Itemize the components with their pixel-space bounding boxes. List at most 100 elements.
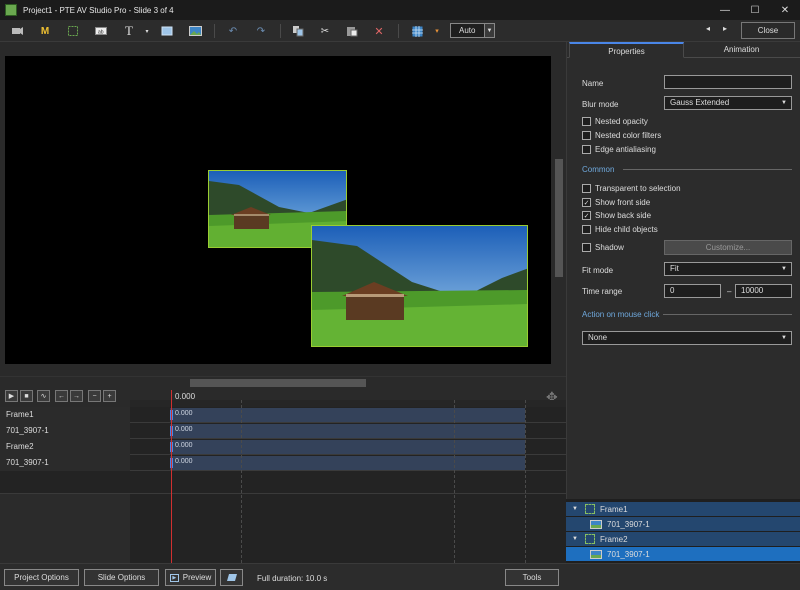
prev-slide-arrow[interactable]: ◂ [706, 24, 710, 33]
chevron-down-icon[interactable]: ▼ [570, 536, 580, 542]
preview-horizontal-scrollbar[interactable] [0, 376, 566, 387]
checkbox-label: Shadow [595, 243, 624, 252]
track-bar[interactable]: 0.000 [170, 456, 525, 470]
track-row[interactable]: Frame2 0.000 [0, 439, 566, 455]
arrow-left-icon[interactable]: ← [55, 390, 68, 402]
close-editor-button[interactable]: Close [741, 22, 795, 39]
mode-select[interactable]: Auto ▼ [450, 23, 495, 38]
frame-icon [585, 504, 595, 514]
customize-shadow-button[interactable]: Customize... [664, 240, 792, 255]
zoom-out-icon[interactable]: − [88, 390, 101, 402]
tree-item-frame2[interactable]: ▼ Frame2 [566, 532, 800, 546]
svg-text:ab: ab [98, 30, 104, 36]
track-row[interactable]: 701_3907-1 0.000 [0, 423, 566, 439]
stop-icon[interactable]: ■ [20, 390, 33, 402]
tree-item-image-selected[interactable]: 701_3907-1 [566, 547, 800, 561]
checkbox-label: Edge antialiasing [595, 145, 656, 154]
text-dropdown-icon[interactable]: ▾ [139, 23, 155, 39]
window-title: Project1 - PTE AV Studio Pro - Slide 3 o… [23, 5, 174, 15]
time-range-from-input[interactable]: 0 [664, 284, 721, 298]
arrow-right-icon[interactable]: → [70, 390, 83, 402]
preview-button[interactable]: ▶ Preview [165, 569, 216, 586]
track-row[interactable]: Frame1 0.000 [0, 407, 566, 423]
blur-mode-select[interactable]: Gauss Extended ▼ [664, 96, 792, 110]
eraser-button[interactable] [220, 569, 243, 586]
copy-icon[interactable] [290, 23, 306, 39]
chevron-down-icon: ▼ [781, 266, 787, 272]
track-bar[interactable]: 0.000 [170, 424, 525, 438]
camera-icon[interactable] [9, 23, 25, 39]
redo-icon[interactable]: ↷ [253, 23, 269, 39]
nested-opacity-checkbox[interactable]: Nested opacity [582, 117, 648, 126]
rectangle-icon[interactable] [159, 23, 175, 39]
preview-vertical-scrollbar[interactable] [554, 46, 564, 376]
time-range-dash: – [727, 287, 732, 296]
time-range-label: Time range [582, 287, 623, 296]
checkbox-label: Nested opacity [595, 117, 648, 126]
track-name: Frame2 [0, 439, 130, 455]
grid-color-icon[interactable]: ▾ [429, 23, 445, 39]
waveform-icon[interactable]: ∿ [37, 390, 50, 402]
checkbox-label: Show front side [595, 198, 651, 207]
name-input[interactable] [664, 75, 792, 89]
undo-icon[interactable]: ↶ [225, 23, 241, 39]
chevron-down-icon[interactable]: ▼ [570, 506, 580, 512]
grid-icon[interactable] [409, 23, 425, 39]
tab-animation[interactable]: Animation [684, 42, 799, 58]
image-icon[interactable] [187, 23, 203, 39]
tree-item-label: Frame1 [600, 504, 628, 514]
app-icon [5, 4, 17, 16]
slide-canvas[interactable] [5, 56, 551, 364]
mode-select-value: Auto [459, 26, 476, 35]
fit-mode-select[interactable]: Fit ▼ [664, 262, 792, 276]
hide-child-objects-checkbox[interactable]: Hide child objects [582, 225, 658, 234]
action-value: None [588, 333, 608, 342]
zoom-in-icon[interactable]: + [103, 390, 116, 402]
text-box-icon[interactable]: ab [93, 23, 109, 39]
tab-properties[interactable]: Properties [569, 42, 684, 58]
mask-icon[interactable]: M [37, 23, 53, 39]
track-value: 0.000 [175, 442, 193, 449]
edge-antialiasing-checkbox[interactable]: Edge antialiasing [582, 145, 656, 154]
minimize-button[interactable]: — [710, 0, 740, 20]
timeline-time-label: 0.000 [175, 392, 196, 401]
nested-color-filters-checkbox[interactable]: Nested color filters [582, 131, 661, 140]
paste-icon[interactable] [344, 23, 360, 39]
time-range-to-input[interactable]: 10000 [735, 284, 792, 298]
show-back-side-checkbox[interactable]: ✓ Show back side [582, 211, 651, 220]
preview-button-label: Preview [182, 573, 212, 582]
transparent-to-selection-checkbox[interactable]: Transparent to selection [582, 184, 681, 193]
show-front-side-checkbox[interactable]: ✓ Show front side [582, 198, 650, 207]
close-window-button[interactable]: ✕ [770, 0, 800, 20]
project-options-button[interactable]: Project Options [4, 569, 79, 586]
tree-item-image[interactable]: 701_3907-1 [566, 517, 800, 531]
blur-mode-label: Blur mode [582, 100, 619, 109]
bottom-bar: Project Options Slide Options ▶ Preview … [0, 563, 800, 590]
tree-item-frame1[interactable]: ▼ Frame1 [566, 502, 800, 516]
tools-button[interactable]: Tools [505, 569, 559, 586]
timeline-gridline [454, 400, 455, 563]
checkbox-label: Hide child objects [595, 225, 658, 234]
common-section-title: Common [582, 165, 615, 174]
delete-icon[interactable]: ✕ [371, 23, 387, 39]
checkbox-label: Nested color filters [595, 131, 662, 140]
preview-area [0, 42, 566, 387]
frame2-photo[interactable] [311, 225, 528, 347]
tree-item-label: Frame2 [600, 534, 628, 544]
preview-icon: ▶ [169, 573, 179, 582]
frame-icon[interactable] [65, 23, 81, 39]
checkbox-label: Show back side [595, 211, 652, 220]
cut-icon[interactable]: ✂ [317, 23, 333, 39]
next-slide-arrow[interactable]: ▸ [723, 24, 727, 33]
maximize-button[interactable]: ☐ [740, 0, 770, 20]
text-icon[interactable]: T [121, 23, 137, 39]
track-bar[interactable]: 0.000 [170, 408, 525, 422]
action-select[interactable]: None ▼ [582, 331, 792, 345]
play-icon[interactable]: ▶ [5, 390, 18, 402]
track-bar[interactable]: 0.000 [170, 440, 525, 454]
track-row[interactable]: 701_3907-1 0.000 [0, 455, 566, 471]
playhead[interactable] [171, 390, 172, 563]
object-tree: ▼ Frame1 701_3907-1 ▼ Frame2 701_3907-1 [566, 499, 800, 563]
shadow-checkbox[interactable]: Shadow [582, 243, 624, 252]
slide-options-button[interactable]: Slide Options [84, 569, 159, 586]
